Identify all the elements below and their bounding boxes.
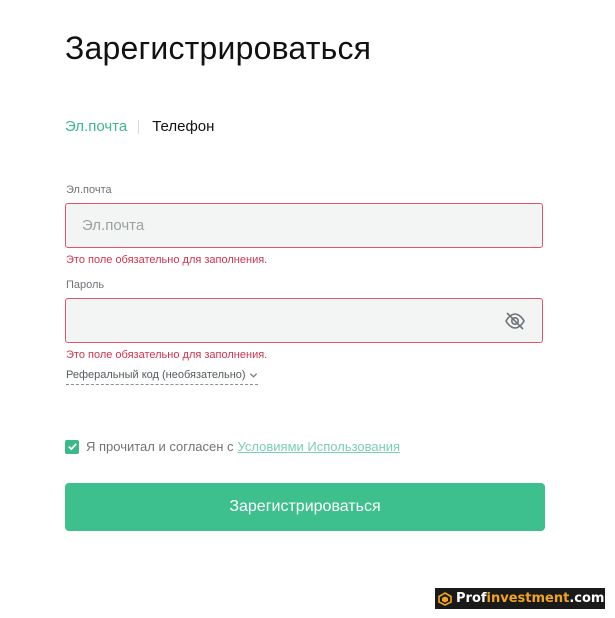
terms-link[interactable]: Условиями Использования xyxy=(238,439,401,454)
referral-code-toggle[interactable]: Реферальный код (необязательно) xyxy=(66,369,258,385)
registration-page: Зарегистрироваться Эл.почта Телефон Эл.п… xyxy=(0,0,615,618)
referral-code-label: Реферальный код (необязательно) xyxy=(66,369,246,381)
password-input[interactable] xyxy=(66,299,542,342)
page-title: Зарегистрироваться xyxy=(65,30,372,66)
terms-agreement: Я прочитал и согласен с Условиями Исполь… xyxy=(65,439,400,454)
email-input[interactable] xyxy=(66,204,542,247)
watermark-logo-icon xyxy=(438,591,452,606)
password-error: Это поле обязательно для заполнения. xyxy=(66,349,268,361)
tab-divider xyxy=(138,119,140,134)
password-input-wrapper xyxy=(65,298,543,343)
chevron-down-icon xyxy=(249,372,257,378)
email-label: Эл.почта xyxy=(66,184,112,196)
tab-email[interactable]: Эл.почта xyxy=(65,118,127,135)
terms-text: Я прочитал и согласен с xyxy=(86,439,234,454)
registration-method-tabs: Эл.почта Телефон xyxy=(65,118,214,135)
watermark-text-investment: investment xyxy=(486,591,570,606)
email-error: Это поле обязательно для заполнения. xyxy=(66,254,268,266)
email-input-wrapper xyxy=(65,203,543,248)
watermark-text-prof: Prof xyxy=(456,591,487,606)
checkmark-icon xyxy=(67,443,77,451)
terms-checkbox[interactable] xyxy=(65,439,79,454)
eye-slash-icon[interactable] xyxy=(504,311,526,331)
password-label: Пароль xyxy=(66,279,105,291)
watermark-text-com: .com xyxy=(569,591,605,606)
register-button[interactable]: Зарегистрироваться xyxy=(65,483,545,531)
tab-phone[interactable]: Телефон xyxy=(152,118,214,135)
watermark: Prof investment .com xyxy=(435,588,605,609)
